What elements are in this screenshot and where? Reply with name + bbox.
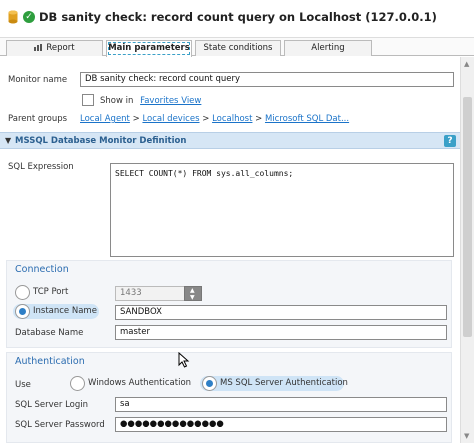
- sql-password-label: SQL Server Password: [15, 420, 105, 430]
- breadcrumb-microsoft-sql[interactable]: Microsoft SQL Dat...: [265, 114, 349, 124]
- parent-groups-breadcrumb: Local Agent > Local devices > Localhost …: [80, 114, 349, 124]
- mouse-cursor-icon: [178, 352, 190, 368]
- monitor-name-input[interactable]: DB sanity check: record count query: [80, 72, 454, 87]
- status-ok-icon: ✓: [23, 11, 35, 23]
- instance-name-radio[interactable]: Instance Name: [13, 304, 99, 319]
- radio-off-icon: [15, 285, 30, 300]
- breadcrumb-local-agent[interactable]: Local Agent: [80, 114, 130, 124]
- stepper-up-icon[interactable]: ▲: [190, 287, 195, 294]
- tab-bar: Report Main parameters State conditions …: [0, 38, 474, 57]
- authentication-title: Authentication: [15, 356, 85, 367]
- sql-expression-textarea[interactable]: SELECT COUNT(*) FROM sys.all_columns;: [110, 163, 454, 257]
- tab-main-parameters-label: Main parameters: [108, 43, 190, 53]
- favorites-view-link[interactable]: Favorites View: [140, 96, 201, 106]
- scroll-down-icon[interactable]: ▼: [464, 432, 469, 440]
- show-in-favorites-checkbox[interactable]: [82, 94, 94, 106]
- tab-alerting-label: Alerting: [311, 43, 345, 53]
- tcp-port-label: TCP Port: [33, 287, 69, 297]
- breadcrumb-separator: >: [202, 114, 210, 124]
- vertical-scrollbar[interactable]: ▲ ▼: [460, 57, 474, 443]
- tab-state-conditions[interactable]: State conditions: [195, 40, 281, 56]
- windows-auth-label: Windows Authentication: [88, 378, 192, 388]
- sql-password-input[interactable]: ●●●●●●●●●●●●●●: [115, 417, 447, 432]
- section-header-title: MSSQL Database Monitor Definition: [15, 136, 187, 146]
- report-icon: [34, 44, 43, 51]
- window-titlebar: ✓ DB sanity check: record count query on…: [0, 0, 474, 38]
- windows-auth-radio[interactable]: Windows Authentication: [68, 376, 196, 391]
- tcp-port-stepper[interactable]: ▲ ▼: [184, 286, 202, 301]
- scroll-up-icon[interactable]: ▲: [464, 60, 469, 68]
- tcp-port-input[interactable]: 1433: [115, 286, 185, 301]
- tab-alerting[interactable]: Alerting: [284, 40, 372, 56]
- sql-login-label: SQL Server Login: [15, 400, 89, 410]
- tab-main-parameters[interactable]: Main parameters: [106, 40, 192, 57]
- instance-name-label: Instance Name: [33, 306, 97, 316]
- use-label: Use: [15, 380, 31, 390]
- database-name-label: Database Name: [15, 328, 84, 338]
- parent-groups-label: Parent groups: [8, 114, 68, 124]
- sql-expression-label: SQL Expression: [8, 162, 74, 172]
- tab-report[interactable]: Report: [6, 40, 103, 56]
- radio-off-icon: [70, 376, 85, 391]
- sql-auth-radio[interactable]: MS SQL Server Authentication: [200, 376, 348, 391]
- tcp-port-radio[interactable]: TCP Port: [13, 285, 103, 300]
- database-icon: [8, 10, 18, 24]
- radio-on-icon: [15, 304, 30, 319]
- monitor-name-label: Monitor name: [8, 75, 68, 85]
- radio-on-icon: [202, 376, 217, 391]
- database-name-input[interactable]: master: [115, 325, 447, 340]
- tab-state-conditions-label: State conditions: [203, 43, 273, 53]
- breadcrumb-separator: >: [132, 114, 140, 124]
- help-icon[interactable]: ?: [444, 135, 456, 147]
- mssql-definition-header[interactable]: ▼ MSSQL Database Monitor Definition ?: [0, 132, 460, 149]
- stepper-down-icon[interactable]: ▼: [190, 294, 195, 301]
- scroll-thumb[interactable]: [463, 97, 472, 337]
- tab-report-label: Report: [46, 43, 75, 53]
- breadcrumb-separator: >: [255, 114, 263, 124]
- show-in-text: Show in: [100, 96, 134, 106]
- collapse-arrow-icon[interactable]: ▼: [5, 136, 11, 145]
- sql-login-input[interactable]: sa: [115, 397, 447, 412]
- sql-auth-label: MS SQL Server Authentication: [220, 378, 348, 388]
- instance-name-input[interactable]: SANDBOX: [115, 305, 447, 320]
- show-in-label: Show in Favorites View: [100, 96, 201, 106]
- connection-title: Connection: [15, 264, 69, 275]
- breadcrumb-local-devices[interactable]: Local devices: [142, 114, 199, 124]
- window-title: DB sanity check: record count query on L…: [39, 10, 437, 24]
- breadcrumb-localhost[interactable]: Localhost: [212, 114, 252, 124]
